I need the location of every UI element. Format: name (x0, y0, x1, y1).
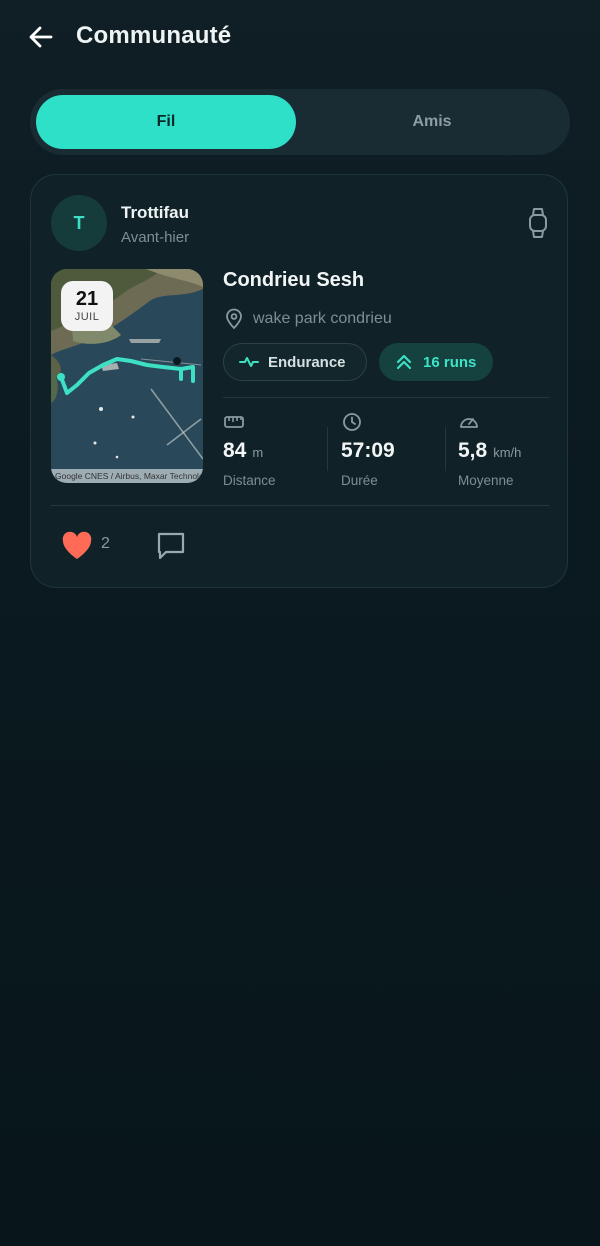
stat-divider (445, 427, 446, 471)
average-value: 5,8 (458, 439, 488, 462)
tab-fil[interactable]: Fil (36, 95, 296, 149)
watch-icon (529, 208, 547, 238)
divider (51, 505, 549, 506)
duration-value: 57:09 (341, 439, 395, 462)
activity-type-chip[interactable]: Endurance (223, 343, 367, 381)
speedometer-icon (460, 418, 478, 428)
location: wake park condrieu (223, 307, 392, 331)
date-month: JUIL (74, 311, 100, 323)
username[interactable]: Trottifau (121, 203, 189, 223)
distance-unit: m (252, 445, 264, 460)
double-chevron-up-icon (396, 354, 412, 370)
date-day: 21 (75, 288, 99, 310)
avatar[interactable]: T (51, 195, 107, 251)
activity-type-label: Endurance (268, 353, 346, 371)
like-count: 2 (101, 535, 110, 552)
duration-label: Durée (341, 473, 378, 488)
runs-label: 16 runs (423, 353, 477, 371)
clock-icon (343, 413, 361, 431)
app-header: Communauté (0, 0, 600, 72)
divider (223, 397, 549, 398)
heart-icon[interactable] (61, 531, 93, 561)
stat-average: 5,8 km/h Moyenne (458, 411, 558, 491)
date-badge: 21 JUIL (61, 281, 113, 331)
map-attribution: Google CNES / Airbus, Maxar Technologies (51, 469, 203, 483)
back-button[interactable] (24, 20, 58, 54)
location-pin-icon (226, 308, 242, 330)
activity-title[interactable]: Condrieu Sesh (223, 269, 364, 292)
distance-value: 84 (223, 439, 247, 462)
average-unit: km/h (493, 445, 522, 460)
average-label: Moyenne (458, 473, 514, 488)
stat-duration: 57:09 Durée (341, 411, 441, 491)
feed-tabs: Fil Amis (30, 89, 570, 155)
ruler-icon (224, 416, 244, 428)
pulse-icon (239, 357, 259, 367)
route-map[interactable]: 21 JUIL Google CNES / Airbus, Maxar Tech… (51, 269, 203, 483)
comment-icon[interactable] (155, 529, 187, 561)
arrow-left-icon (29, 26, 53, 48)
stat-distance: 84 m Distance (223, 411, 323, 491)
tab-amis[interactable]: Amis (300, 95, 564, 149)
runs-chip[interactable]: 16 runs (379, 343, 493, 381)
stat-divider (327, 427, 328, 471)
page-title: Communauté (76, 22, 232, 49)
location-label: wake park condrieu (253, 310, 392, 327)
distance-label: Distance (223, 473, 276, 488)
post-time: Avant-hier (121, 229, 190, 246)
activity-card[interactable]: T Trottifau Avant-hier 21 JUIL Google CN… (30, 174, 568, 588)
